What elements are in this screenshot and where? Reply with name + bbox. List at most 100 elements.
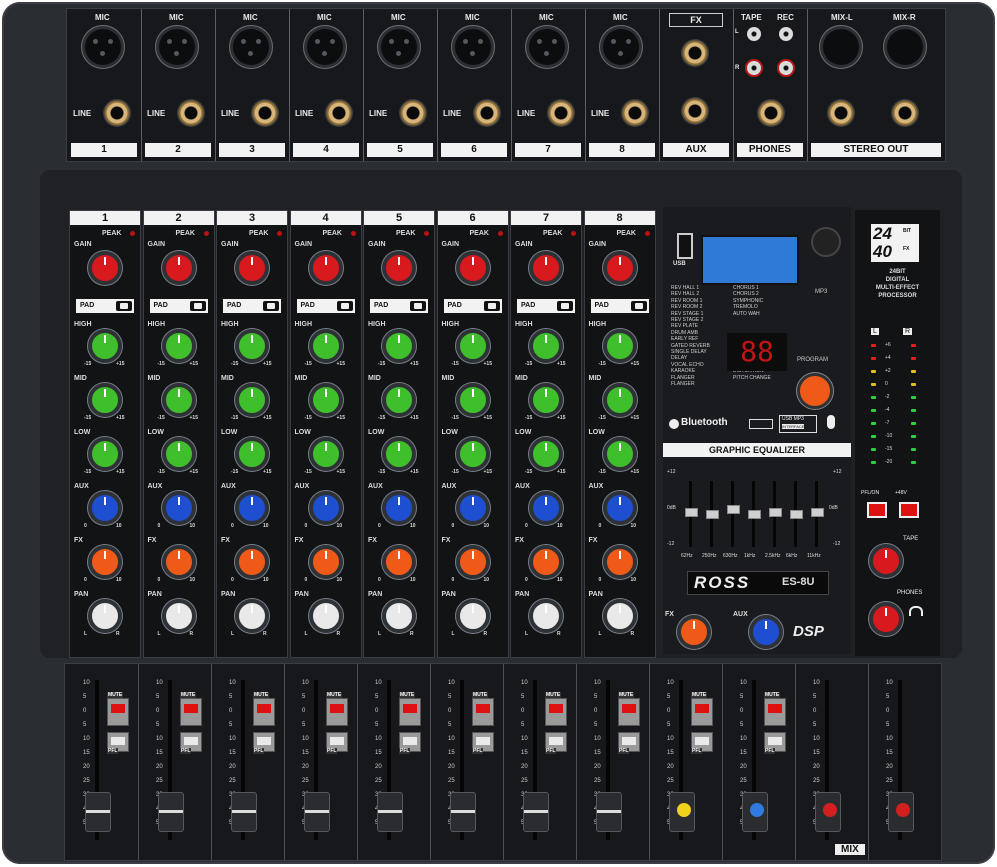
geq-band-cap[interactable] xyxy=(685,507,698,517)
pad-button[interactable] xyxy=(630,301,647,311)
fader-knob[interactable] xyxy=(742,792,768,832)
fx-knob[interactable] xyxy=(529,545,563,579)
mic-input-7[interactable] xyxy=(529,29,565,65)
aux-knob[interactable] xyxy=(382,491,416,525)
mp3-control-knob[interactable] xyxy=(811,227,841,257)
geq-band-slider[interactable] xyxy=(769,481,782,547)
low-knob[interactable] xyxy=(529,437,563,471)
pad-button[interactable] xyxy=(410,301,426,311)
geq-band-slider[interactable] xyxy=(685,481,698,547)
mid-knob[interactable] xyxy=(382,383,416,417)
mic-input-2[interactable] xyxy=(159,29,195,65)
aux-knob[interactable] xyxy=(308,491,343,525)
tape-l-rca[interactable] xyxy=(747,27,761,41)
geq-band-slider[interactable] xyxy=(748,481,761,547)
phones-level-knob[interactable] xyxy=(869,602,903,636)
pad-button[interactable] xyxy=(189,301,206,311)
mid-knob[interactable] xyxy=(161,383,196,417)
tape-r-rca[interactable] xyxy=(747,61,761,75)
fader-knob[interactable] xyxy=(450,792,476,832)
mic-input-8[interactable] xyxy=(603,29,639,65)
pan-knob[interactable] xyxy=(235,599,269,633)
mute-button[interactable] xyxy=(180,698,202,726)
aux-send-jack[interactable] xyxy=(681,97,709,125)
low-knob[interactable] xyxy=(88,437,122,471)
aux-knob[interactable] xyxy=(161,491,196,525)
geq-band-cap[interactable] xyxy=(748,510,761,519)
mic-input-6[interactable] xyxy=(455,29,491,65)
low-knob[interactable] xyxy=(382,437,416,471)
geq-band-cap[interactable] xyxy=(790,510,803,519)
fader-knob[interactable] xyxy=(377,792,403,832)
line-input-7[interactable] xyxy=(547,99,575,127)
low-knob[interactable] xyxy=(602,437,637,471)
mute-button[interactable] xyxy=(107,698,129,726)
phantom-power-button[interactable] xyxy=(899,502,919,518)
aux-knob[interactable] xyxy=(455,491,490,525)
fx-knob[interactable] xyxy=(235,545,269,579)
pad-button[interactable] xyxy=(116,301,132,311)
mix-l-output[interactable] xyxy=(823,29,859,65)
mid-knob[interactable] xyxy=(88,383,122,417)
mid-knob[interactable] xyxy=(455,383,490,417)
gain-knob[interactable] xyxy=(235,251,269,285)
aux-knob[interactable] xyxy=(235,491,269,525)
gain-knob[interactable] xyxy=(308,251,343,285)
mute-button[interactable] xyxy=(399,698,421,726)
low-knob[interactable] xyxy=(235,437,269,471)
fader-knob[interactable] xyxy=(231,792,257,832)
mute-button[interactable] xyxy=(472,698,494,726)
fader-knob[interactable] xyxy=(888,792,914,832)
rec-r-rca[interactable] xyxy=(779,61,793,75)
pan-knob[interactable] xyxy=(602,599,637,633)
geq-band-slider[interactable] xyxy=(727,481,740,547)
high-knob[interactable] xyxy=(308,329,343,363)
fader-knob[interactable] xyxy=(669,792,695,832)
tape-level-knob[interactable] xyxy=(869,544,903,578)
fx-knob[interactable] xyxy=(455,545,490,579)
mid-knob[interactable] xyxy=(529,383,563,417)
high-knob[interactable] xyxy=(602,329,637,363)
high-knob[interactable] xyxy=(235,329,269,363)
fx-master-knob[interactable] xyxy=(677,615,711,649)
geq-band-slider[interactable] xyxy=(790,481,803,547)
fader-knob[interactable] xyxy=(523,792,549,832)
geq-band-cap[interactable] xyxy=(769,507,782,517)
aux-knob[interactable] xyxy=(88,491,122,525)
fader-knob[interactable] xyxy=(815,792,841,832)
mute-button[interactable] xyxy=(545,698,567,726)
high-knob[interactable] xyxy=(529,329,563,363)
gain-knob[interactable] xyxy=(455,251,490,285)
line-input-8[interactable] xyxy=(621,99,649,127)
mute-button[interactable] xyxy=(618,698,640,726)
line-input-5[interactable] xyxy=(399,99,427,127)
gain-knob[interactable] xyxy=(161,251,196,285)
fx-knob[interactable] xyxy=(602,545,637,579)
line-input-1[interactable] xyxy=(103,99,131,127)
aux-master-knob[interactable] xyxy=(749,615,783,649)
gain-knob[interactable] xyxy=(88,251,122,285)
pan-knob[interactable] xyxy=(455,599,490,633)
fx-knob[interactable] xyxy=(161,545,196,579)
mic-input-4[interactable] xyxy=(307,29,343,65)
pan-knob[interactable] xyxy=(529,599,563,633)
stereo-out-r-jack[interactable] xyxy=(891,99,919,127)
aux-knob[interactable] xyxy=(529,491,563,525)
aux-knob[interactable] xyxy=(602,491,637,525)
pad-button[interactable] xyxy=(557,301,573,311)
fx-knob[interactable] xyxy=(382,545,416,579)
line-input-2[interactable] xyxy=(177,99,205,127)
line-input-3[interactable] xyxy=(251,99,279,127)
program-knob[interactable] xyxy=(797,373,833,409)
low-knob[interactable] xyxy=(308,437,343,471)
fader-knob[interactable] xyxy=(85,792,111,832)
pan-knob[interactable] xyxy=(308,599,343,633)
high-knob[interactable] xyxy=(88,329,122,363)
geq-band-cap[interactable] xyxy=(727,505,740,515)
tape-button[interactable] xyxy=(867,502,887,518)
pad-button[interactable] xyxy=(263,301,279,311)
line-input-6[interactable] xyxy=(473,99,501,127)
gain-knob[interactable] xyxy=(382,251,416,285)
mix-r-output[interactable] xyxy=(887,29,923,65)
gain-knob[interactable] xyxy=(602,251,637,285)
